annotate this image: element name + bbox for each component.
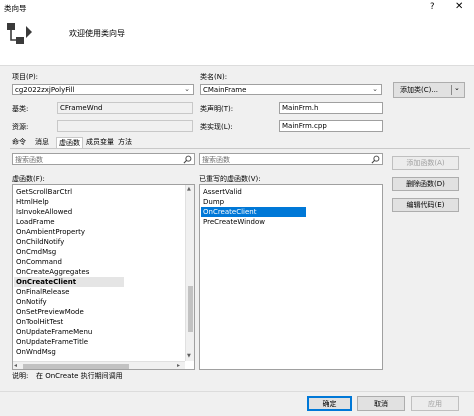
list-item[interactable]: OnFinalRelease — [16, 287, 69, 297]
search-placeholder: 搜索函数 — [15, 156, 43, 164]
scrollbar-thumb[interactable] — [188, 286, 193, 332]
scrollbar-thumb[interactable] — [23, 364, 129, 369]
list-item-selected[interactable]: OnCreateClient — [201, 207, 306, 217]
page-title: 欢迎使用类向导 — [69, 29, 125, 38]
list-item[interactable]: OnNotify — [16, 297, 47, 307]
project-value: cg2022zxjPolyFill — [15, 86, 75, 94]
chevron-down-icon: ⌄ — [184, 85, 190, 93]
cancel-button[interactable]: 取消 — [357, 396, 405, 411]
list-item[interactable]: OnToolHitTest — [16, 317, 63, 327]
list-item[interactable]: OnAmbientProperty — [16, 227, 85, 237]
list-item[interactable]: IsInvokeAllowed — [16, 207, 72, 217]
class-decl-value: MainFrm.h — [282, 104, 319, 112]
add-class-label: 添加类(C)... — [400, 86, 439, 94]
project-dropdown[interactable]: cg2022zxjPolyFill ⌄ — [12, 84, 194, 95]
list-item[interactable]: HtmlHelp — [16, 197, 49, 207]
virtual-functions-list[interactable]: GetScrollBarCtrl HtmlHelp IsInvokeAllowe… — [12, 184, 195, 370]
overridden-functions-list[interactable]: AssertValid Dump OnCreateClient PreCreat… — [199, 184, 383, 370]
project-label: 项目(P): — [12, 73, 39, 81]
dialog-footer: 确定 取消 应用 — [0, 391, 474, 416]
list-item[interactable]: OnUpdateFrameMenu — [16, 327, 92, 337]
base-class-value: CFrameWnd — [60, 104, 103, 112]
class-decl-label: 类声明(T): — [200, 105, 234, 113]
list-item[interactable]: Dump — [203, 197, 224, 207]
class-impl-label: 类实现(L): — [200, 123, 233, 131]
title-bar: 类向导 ? ✕ — [0, 0, 474, 18]
scroll-down-icon[interactable]: ▼ — [187, 353, 191, 359]
overridden-label: 已重写的虚函数(V): — [199, 175, 261, 183]
scroll-right-icon[interactable]: ▸ — [177, 362, 180, 369]
delete-function-button[interactable]: 删除函数(D) — [392, 177, 459, 191]
virtual-functions-label: 虚函数(F): — [12, 175, 45, 183]
list-item[interactable]: PreCreateWindow — [203, 217, 265, 227]
resource-label: 资源: — [12, 123, 29, 131]
base-class-field: CFrameWnd — [57, 102, 193, 114]
class-wizard-icon — [7, 23, 32, 44]
scroll-left-icon[interactable]: ◂ — [14, 362, 17, 369]
ok-button[interactable]: 确定 — [307, 396, 352, 411]
list-item[interactable]: OnChildNotify — [16, 237, 64, 247]
horizontal-scrollbar[interactable]: ◂ ▸ — [13, 361, 185, 369]
list-item[interactable]: GetScrollBarCtrl — [16, 187, 72, 197]
close-icon[interactable]: ✕ — [455, 1, 463, 12]
list-item[interactable]: LoadFrame — [16, 217, 55, 227]
classname-dropdown[interactable]: CMainFrame ⌄ — [200, 84, 382, 95]
tab-methods[interactable]: 方法 — [116, 137, 134, 148]
header-banner: 欢迎使用类向导 — [0, 17, 474, 66]
class-decl-field[interactable]: MainFrm.h — [279, 102, 383, 114]
add-function-button[interactable]: 添加函数(A) — [392, 156, 459, 170]
search-placeholder: 搜索函数 — [202, 156, 230, 164]
list-item[interactable]: AssertValid — [203, 187, 242, 197]
base-label: 基类: — [12, 105, 29, 113]
tab-commands[interactable]: 命令 — [10, 137, 28, 148]
description-text: 在 OnCreate 执行期间调用 — [36, 372, 123, 380]
help-icon[interactable]: ? — [430, 2, 435, 12]
list-item[interactable]: OnCreateAggregates — [16, 267, 89, 277]
classname-value: CMainFrame — [203, 86, 247, 94]
chevron-down-icon: ⌄ — [372, 85, 378, 93]
search-icon — [371, 155, 380, 164]
search-icon — [183, 155, 192, 164]
list-item[interactable]: OnUpdateFrameTitle — [16, 337, 88, 347]
search-input-left[interactable]: 搜索函数 — [12, 153, 195, 165]
tab-member-variables[interactable]: 成员变量 — [84, 137, 116, 148]
edit-code-button[interactable]: 编辑代码(E) — [392, 198, 459, 212]
chevron-down-icon: ⌄ — [454, 84, 460, 92]
list-item[interactable]: OnSetPreviewMode — [16, 307, 84, 317]
apply-button[interactable]: 应用 — [411, 396, 459, 411]
class-impl-value: MainFrm.cpp — [282, 122, 327, 130]
split-divider — [451, 85, 452, 95]
tab-messages[interactable]: 消息 — [33, 137, 51, 148]
add-class-button[interactable]: 添加类(C)... ⌄ — [393, 82, 465, 98]
list-item[interactable]: OnCmdMsg — [16, 247, 56, 257]
classname-label: 类名(N): — [200, 73, 228, 81]
description-label: 说明: — [12, 372, 29, 380]
tab-divider — [10, 148, 470, 149]
window-title: 类向导 — [4, 4, 27, 13]
class-impl-field[interactable]: MainFrm.cpp — [279, 120, 383, 132]
vertical-scrollbar[interactable]: ▲ ▼ — [185, 185, 194, 361]
list-item[interactable]: OnCommand — [16, 257, 62, 267]
list-item[interactable]: OnWndMsg — [16, 347, 56, 357]
scroll-up-icon[interactable]: ▲ — [187, 186, 191, 192]
resource-field — [57, 120, 193, 132]
list-item-selected[interactable]: OnCreateClient — [14, 277, 124, 287]
search-input-right[interactable]: 搜索函数 — [199, 153, 383, 165]
